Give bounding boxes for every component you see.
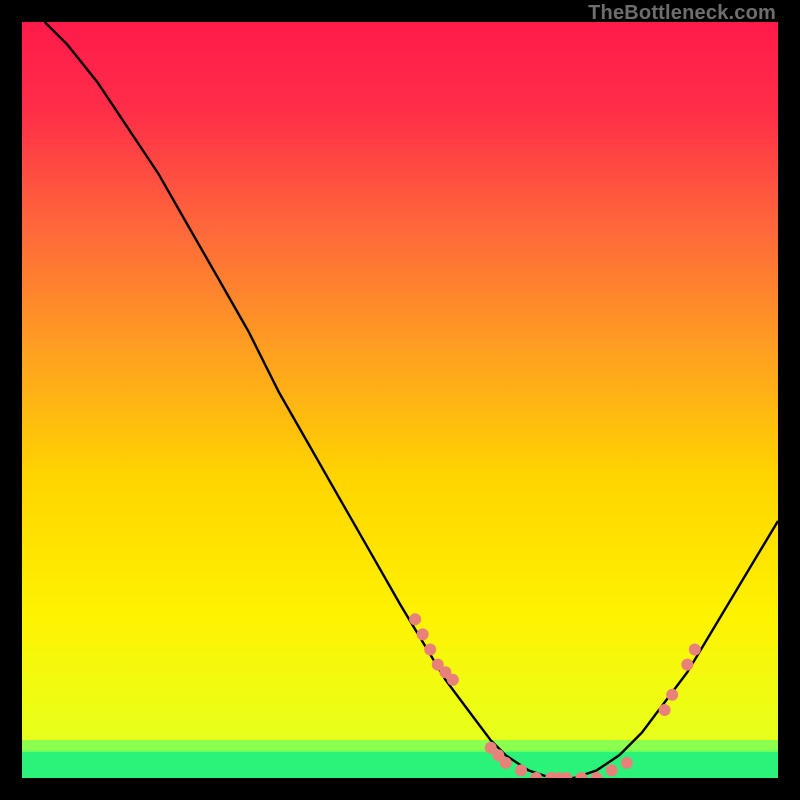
marker-dot bbox=[515, 764, 527, 776]
chart-svg bbox=[22, 22, 778, 778]
marker-dot bbox=[659, 704, 671, 716]
marker-dot bbox=[409, 613, 421, 625]
marker-dot bbox=[666, 689, 678, 701]
chart-frame bbox=[22, 22, 778, 778]
green-band bbox=[22, 750, 778, 778]
marker-dot bbox=[424, 644, 436, 656]
marker-dot bbox=[621, 757, 633, 769]
marker-dot bbox=[417, 628, 429, 640]
marker-dot bbox=[681, 659, 693, 671]
marker-dot bbox=[606, 764, 618, 776]
marker-dot bbox=[500, 757, 512, 769]
gradient-background bbox=[22, 22, 778, 778]
marker-dot bbox=[447, 674, 459, 686]
green-band-fade bbox=[22, 740, 778, 752]
marker-dot bbox=[689, 644, 701, 656]
watermark-text: TheBottleneck.com bbox=[588, 2, 776, 25]
